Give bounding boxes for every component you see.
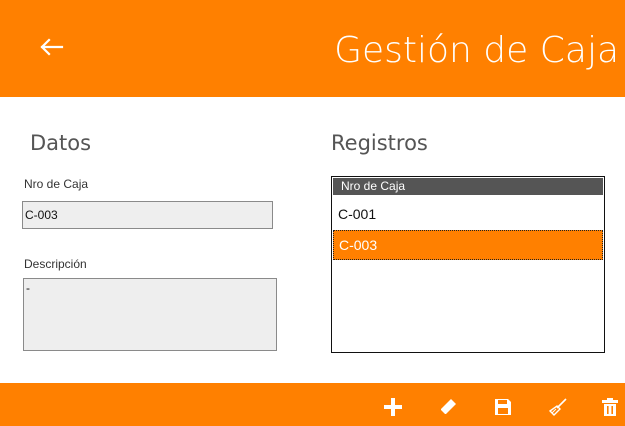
arrow-left-icon <box>40 38 64 56</box>
grid-row-selected[interactable]: C-003 <box>333 230 603 260</box>
toolbar <box>0 383 625 426</box>
nro-caja-label: Nro de Caja <box>24 177 89 191</box>
registros-section-title: Registros <box>331 131 428 155</box>
broom-icon <box>548 398 567 416</box>
plus-icon <box>384 398 402 416</box>
descripcion-label: Descripción <box>24 257 87 271</box>
edit-button[interactable] <box>436 395 460 419</box>
pencil-icon <box>441 399 456 414</box>
save-icon <box>495 399 511 415</box>
grid-row[interactable]: C-001 <box>333 199 603 229</box>
nro-caja-input[interactable] <box>22 201 273 229</box>
delete-button[interactable] <box>598 395 622 419</box>
datos-section-title: Datos <box>30 131 92 155</box>
header-bar: Gestión de Caja <box>0 0 625 97</box>
add-button[interactable] <box>381 395 405 419</box>
clear-button[interactable] <box>546 395 570 419</box>
trash-icon <box>602 398 618 416</box>
page-title: Gestión de Caja <box>334 30 619 71</box>
save-button[interactable] <box>491 395 515 419</box>
registros-grid[interactable]: Nro de Caja C-001 C-003 <box>331 176 605 353</box>
grid-column-header[interactable]: Nro de Caja <box>333 178 603 195</box>
back-button[interactable] <box>38 36 64 58</box>
descripcion-textarea[interactable]: - <box>23 278 277 351</box>
